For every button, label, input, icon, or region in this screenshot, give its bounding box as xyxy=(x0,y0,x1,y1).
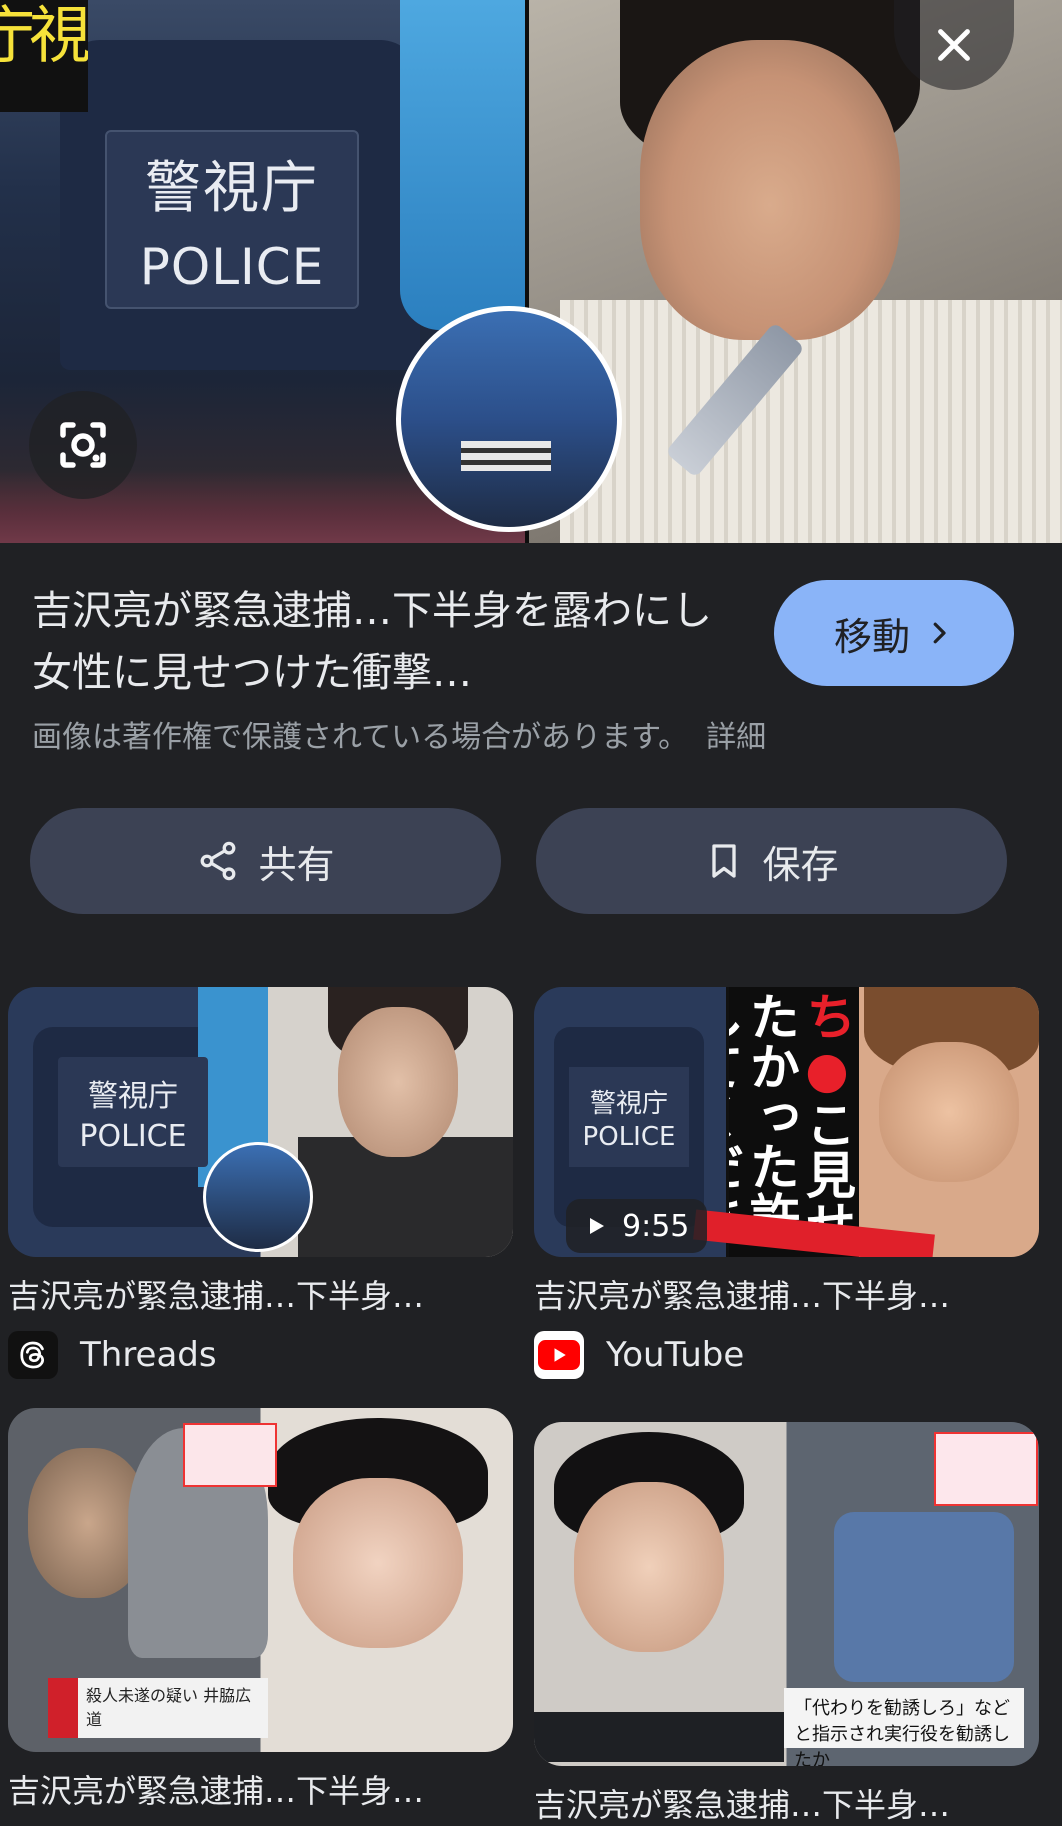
thumb-suit xyxy=(534,1712,784,1762)
patch-kanji: 警視庁 xyxy=(145,156,319,221)
threads-icon xyxy=(8,1331,58,1379)
close-icon xyxy=(938,29,970,61)
result-thumbnail[interactable]: 殺人未遂の疑い 井脇広道 xyxy=(8,1408,513,1752)
result-card[interactable]: 警視庁 POLICE ち●こ見せたかった許してください 9:55 吉沢亮が緊急逮… xyxy=(534,987,1039,1379)
google-lens-button[interactable] xyxy=(29,391,137,499)
thumb-vertical-b: ● xyxy=(798,1041,856,1099)
save-button[interactable]: 保存 xyxy=(536,808,1007,914)
result-title[interactable]: 吉沢亮が緊急逮捕…下半身… xyxy=(534,1271,1039,1317)
result-card[interactable]: 警視庁 POLICE 吉沢亮が緊急逮捕…下半身… Threads xyxy=(8,987,513,1379)
chevron-right-icon xyxy=(933,622,946,644)
thumb-news-badge xyxy=(934,1432,1038,1506)
thumb-officer xyxy=(834,1512,1014,1682)
result-thumbnail[interactable]: 「代わりを勧誘しろ」などと指示され実行役を勧誘したか xyxy=(534,1422,1039,1766)
blue-sleeve xyxy=(400,0,525,330)
copyright-notice: 画像は著作権で保護されている場合があります。 詳細 xyxy=(32,712,766,756)
thumb-news-caption: 殺人未遂の疑い 井脇広道 xyxy=(48,1678,268,1738)
play-icon xyxy=(590,1218,604,1234)
result-card[interactable]: 「代わりを勧誘しろ」などと指示され実行役を勧誘したか 吉沢亮が緊急逮捕…下半身… xyxy=(534,1422,1039,1826)
thumb-kanji: 警視庁 xyxy=(589,1088,668,1119)
inset-stripe xyxy=(461,441,551,471)
result-title[interactable]: 吉沢亮が緊急逮捕…下半身… xyxy=(8,1766,513,1812)
inset-circle-photo xyxy=(396,306,622,532)
thumb-patch: 警視庁 POLICE xyxy=(58,1057,208,1167)
thumb-news-badge xyxy=(183,1423,277,1487)
copyright-text: 画像は著作権で保護されている場合があります。 xyxy=(32,720,689,755)
source-name: YouTube xyxy=(606,1335,745,1375)
result-title[interactable]: 吉沢亮が緊急逮捕…下半身… xyxy=(534,1780,1039,1826)
thumb-face xyxy=(293,1478,463,1648)
thumb-face xyxy=(338,1007,458,1157)
source-name: Threads xyxy=(80,1335,217,1375)
result-title[interactable]: 吉沢亮が緊急逮捕…下半身… xyxy=(8,1271,513,1317)
google-lens-icon xyxy=(60,422,106,468)
preview-image[interactable]: 警視庁 POLICE 視庁 xyxy=(0,0,1062,543)
thumb-face xyxy=(879,1042,1019,1182)
thumb-police: POLICE xyxy=(582,1121,676,1152)
save-label: 保存 xyxy=(762,842,839,887)
result-card[interactable]: 殺人未遂の疑い 井脇広道 吉沢亮が緊急逮捕…下半身… xyxy=(8,1408,513,1812)
share-icon xyxy=(201,841,236,881)
youtube-icon xyxy=(534,1331,584,1379)
thumb-face xyxy=(574,1482,724,1652)
vertical-yellow-text: 視庁 xyxy=(0,0,88,112)
result-thumbnail[interactable]: 警視庁 POLICE xyxy=(8,987,513,1257)
share-button[interactable]: 共有 xyxy=(30,808,501,914)
thumb-vertical-a: ち xyxy=(798,991,856,1041)
thumb-inset-circle xyxy=(203,1142,313,1252)
patch-police: POLICE xyxy=(139,238,325,296)
visit-button[interactable]: 移動 xyxy=(774,580,1014,686)
result-thumbnail[interactable]: 警視庁 POLICE ち●こ見せたかった許してください 9:55 xyxy=(534,987,1039,1257)
result-source[interactable]: Threads xyxy=(8,1331,513,1379)
thumb-police: POLICE xyxy=(79,1118,187,1154)
face xyxy=(640,40,900,340)
share-label: 共有 xyxy=(258,842,335,887)
visit-button-label: 移動 xyxy=(833,616,910,659)
bookmark-icon xyxy=(712,844,737,878)
police-patch: 警視庁 POLICE xyxy=(105,130,359,309)
thumb-kanji: 警視庁 xyxy=(88,1078,178,1114)
thumb-patch: 警視庁 POLICE xyxy=(569,1067,689,1167)
duration-text: 9:55 xyxy=(622,1208,690,1244)
details-link[interactable]: 詳細 xyxy=(706,720,766,755)
thumb-news-caption: 「代わりを勧誘しろ」などと指示され実行役を勧誘したか xyxy=(784,1688,1024,1766)
video-duration-badge: 9:55 xyxy=(566,1199,708,1253)
result-source[interactable]: YouTube xyxy=(534,1331,1039,1379)
image-title[interactable]: 吉沢亮が緊急逮捕…下半身を露わにし女性に見せつけた衝撃… xyxy=(32,580,732,704)
